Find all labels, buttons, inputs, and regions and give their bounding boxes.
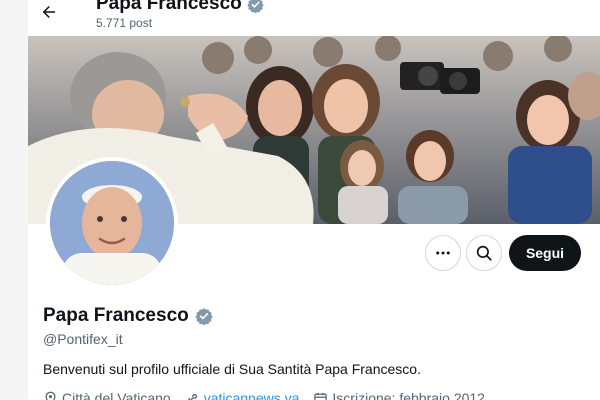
header-title: Papa Francesco bbox=[96, 0, 264, 15]
website-link[interactable]: vaticannews.va bbox=[204, 390, 300, 400]
search-button[interactable] bbox=[466, 235, 502, 271]
profile-page: Papa Francesco 5.771 post Segui Papa Fra… bbox=[28, 0, 600, 400]
profile-name: Papa Francesco bbox=[43, 305, 189, 326]
verified-badge-icon[interactable] bbox=[195, 307, 213, 325]
profile-name-row: Papa Francesco bbox=[43, 305, 213, 327]
back-button[interactable] bbox=[38, 1, 60, 23]
profile-header: Papa Francesco 5.771 post bbox=[28, 0, 600, 36]
profile-meta: Città del Vaticano vaticannews.va Iscriz… bbox=[43, 390, 485, 400]
website-item: vaticannews.va bbox=[185, 390, 300, 400]
location-item: Città del Vaticano bbox=[43, 390, 171, 400]
avatar-portrait bbox=[50, 161, 174, 285]
location-text: Città del Vaticano bbox=[62, 390, 171, 400]
profile-handle: @Pontifex_it bbox=[43, 331, 123, 347]
search-icon bbox=[476, 245, 492, 261]
joined-item: Iscrizione: febbraio 2012 bbox=[313, 390, 485, 400]
header-name: Papa Francesco bbox=[96, 0, 242, 14]
location-icon bbox=[45, 391, 56, 400]
verified-badge-icon bbox=[247, 0, 264, 13]
more-button[interactable] bbox=[425, 235, 461, 271]
post-count: 5.771 post bbox=[96, 16, 153, 30]
avatar-image bbox=[50, 161, 174, 285]
profile-bio: Benvenuti sul profilo ufficiale di Sua S… bbox=[43, 361, 421, 377]
avatar[interactable] bbox=[46, 157, 178, 289]
follow-button[interactable]: Segui bbox=[509, 235, 581, 271]
joined-text: Iscrizione: febbraio 2012 bbox=[332, 390, 485, 400]
arrow-left-icon bbox=[42, 6, 55, 18]
more-icon bbox=[436, 251, 450, 255]
link-icon bbox=[187, 393, 197, 400]
calendar-icon bbox=[314, 392, 328, 400]
